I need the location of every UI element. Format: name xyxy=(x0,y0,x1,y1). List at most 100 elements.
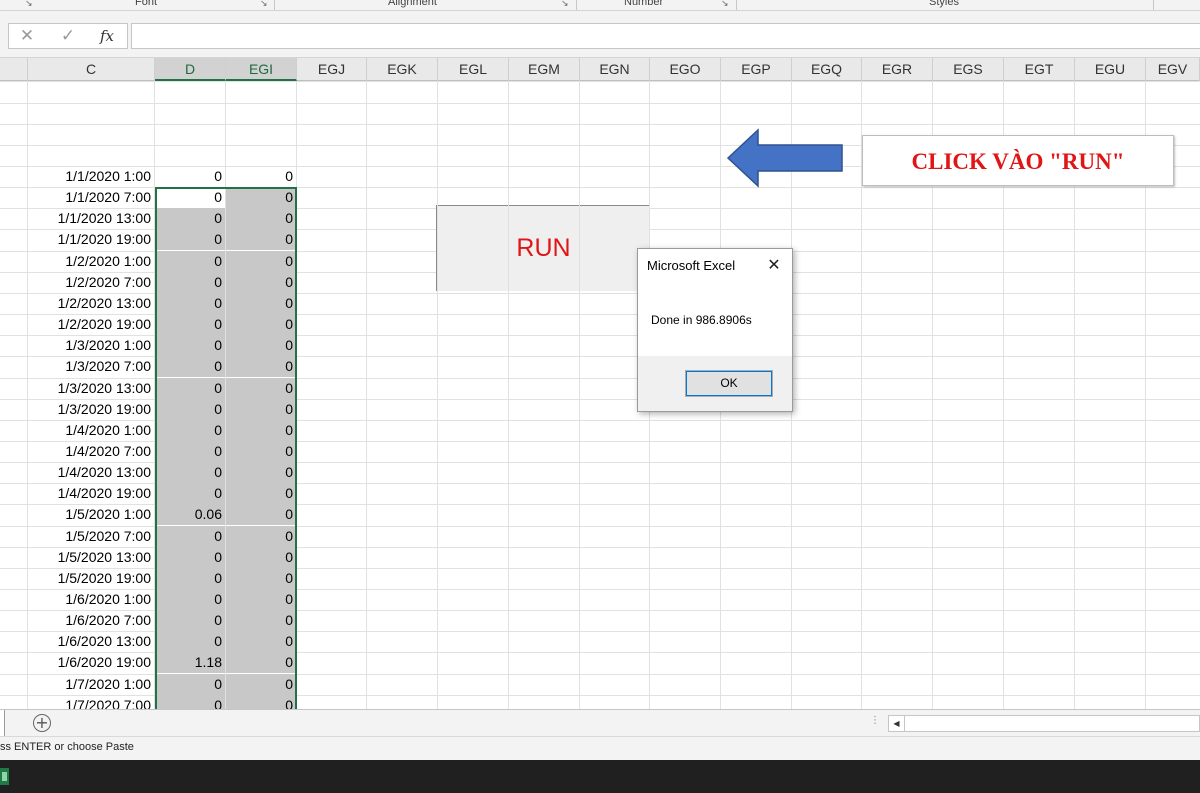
column-header-egt[interactable]: EGT xyxy=(1004,58,1075,81)
cell-d[interactable]: 0 xyxy=(155,610,225,631)
cell-d[interactable]: 0 xyxy=(155,568,225,589)
column-header-egn[interactable]: EGN xyxy=(580,58,650,81)
cell-egi[interactable]: 0 xyxy=(226,272,296,293)
cell-egi[interactable]: 0 xyxy=(226,652,296,673)
date-cell[interactable]: 1/5/2020 19:00 xyxy=(28,568,154,589)
date-cell[interactable]: 1/2/2020 1:00 xyxy=(28,251,154,272)
column-header-egs[interactable]: EGS xyxy=(933,58,1004,81)
date-cell[interactable]: 1/2/2020 13:00 xyxy=(28,293,154,314)
excel-icon[interactable] xyxy=(0,768,9,785)
date-cell[interactable]: 1/5/2020 13:00 xyxy=(28,547,154,568)
sheet-tab[interactable] xyxy=(0,710,5,736)
cell-egi[interactable]: 0 xyxy=(226,589,296,610)
cell-egi[interactable]: 0 xyxy=(226,420,296,441)
cancel-icon[interactable]: ✕ xyxy=(15,25,39,47)
cell-egi[interactable]: 0 xyxy=(226,293,296,314)
cell-egi[interactable]: 0 xyxy=(226,631,296,652)
column-header-egr[interactable]: EGR xyxy=(862,58,933,81)
date-cell[interactable]: 1/6/2020 7:00 xyxy=(28,610,154,631)
date-cell[interactable]: 1/6/2020 13:00 xyxy=(28,631,154,652)
column-header-egj[interactable]: EGJ xyxy=(297,58,367,81)
cell-d[interactable]: 0 xyxy=(155,674,225,695)
checkmark-icon[interactable]: ✓ xyxy=(56,25,80,47)
column-header-egu[interactable]: EGU xyxy=(1075,58,1146,81)
date-cell[interactable]: 1/3/2020 13:00 xyxy=(28,378,154,399)
cell-egi[interactable]: 0 xyxy=(226,674,296,695)
cell-d[interactable]: 0 xyxy=(155,483,225,504)
date-cell[interactable]: 1/2/2020 7:00 xyxy=(28,272,154,293)
date-cell[interactable]: 1/5/2020 7:00 xyxy=(28,526,154,547)
cell-d[interactable]: 0 xyxy=(155,293,225,314)
insert-function-icon[interactable]: fx xyxy=(95,25,119,47)
cell-d[interactable]: 0 xyxy=(155,166,225,187)
date-cell[interactable]: 1/7/2020 7:00 xyxy=(28,695,154,709)
cell-egi[interactable]: 0 xyxy=(226,166,296,187)
cell-egi[interactable]: 0 xyxy=(226,335,296,356)
column-header-c[interactable]: C xyxy=(28,58,155,81)
cell-egi[interactable]: 0 xyxy=(226,356,296,377)
date-cell[interactable]: 1/4/2020 7:00 xyxy=(28,441,154,462)
date-cell[interactable]: 1/5/2020 1:00 xyxy=(28,504,154,525)
tab-splitter-icon[interactable]: ⋮ xyxy=(870,715,880,726)
cell-d[interactable]: 0 xyxy=(155,251,225,272)
column-header-ego[interactable]: EGO xyxy=(650,58,721,81)
column-header-egl[interactable]: EGL xyxy=(438,58,509,81)
cell-d[interactable]: 0 xyxy=(155,695,225,709)
cell-egi[interactable]: 0 xyxy=(226,695,296,709)
cell-d[interactable]: 0 xyxy=(155,272,225,293)
date-cell[interactable]: 1/6/2020 19:00 xyxy=(28,652,154,673)
column-header-partial[interactable] xyxy=(0,58,28,81)
column-header-egi[interactable]: EGI xyxy=(226,58,297,81)
dialog-launcher-icon[interactable]: ↘ xyxy=(721,0,729,9)
dialog-launcher-icon[interactable]: ↘ xyxy=(561,0,569,9)
date-cell[interactable]: 1/2/2020 19:00 xyxy=(28,314,154,335)
date-cell[interactable]: 1/4/2020 13:00 xyxy=(28,462,154,483)
cell-egi[interactable]: 0 xyxy=(226,208,296,229)
cell-egi[interactable]: 0 xyxy=(226,399,296,420)
date-cell[interactable]: 1/3/2020 7:00 xyxy=(28,356,154,377)
date-cell[interactable]: 1/1/2020 19:00 xyxy=(28,229,154,250)
column-header-d[interactable]: D xyxy=(155,58,226,81)
cell-egi[interactable]: 0 xyxy=(226,251,296,272)
cell-egi[interactable]: 0 xyxy=(226,483,296,504)
cell-egi[interactable]: 0 xyxy=(226,378,296,399)
date-cell[interactable]: 1/4/2020 19:00 xyxy=(28,483,154,504)
cell-egi[interactable]: 0 xyxy=(226,441,296,462)
ok-button[interactable]: OK xyxy=(685,370,773,397)
cell-d[interactable]: 1.18 xyxy=(155,652,225,673)
date-cell[interactable]: 1/6/2020 1:00 xyxy=(28,589,154,610)
column-header-egm[interactable]: EGM xyxy=(509,58,580,81)
date-cell[interactable]: 1/3/2020 19:00 xyxy=(28,399,154,420)
cell-egi[interactable]: 0 xyxy=(226,462,296,483)
cell-d[interactable]: 0 xyxy=(155,208,225,229)
date-cell[interactable]: 1/4/2020 1:00 xyxy=(28,420,154,441)
date-cell[interactable]: 1/7/2020 1:00 xyxy=(28,674,154,695)
cell-egi[interactable]: 0 xyxy=(226,314,296,335)
date-cell[interactable]: 1/1/2020 7:00 xyxy=(28,187,154,208)
cell-d[interactable]: 0 xyxy=(155,589,225,610)
cell-d[interactable]: 0.06 xyxy=(155,504,225,525)
cell-d[interactable]: 0 xyxy=(155,526,225,547)
add-sheet-icon[interactable]: + xyxy=(33,714,51,732)
run-button[interactable]: RUN xyxy=(436,205,650,291)
cell-d[interactable]: 0 xyxy=(155,420,225,441)
cell-d[interactable]: 0 xyxy=(155,441,225,462)
cell-d[interactable]: 0 xyxy=(155,187,225,208)
cell-egi[interactable]: 0 xyxy=(226,504,296,525)
horizontal-scrollbar[interactable]: ◀ xyxy=(888,715,1200,732)
date-cell[interactable]: 1/1/2020 1:00 xyxy=(28,166,154,187)
cell-d[interactable]: 0 xyxy=(155,229,225,250)
cell-egi[interactable]: 0 xyxy=(226,547,296,568)
cell-egi[interactable]: 0 xyxy=(226,610,296,631)
cell-d[interactable]: 0 xyxy=(155,314,225,335)
date-cell[interactable]: 1/1/2020 13:00 xyxy=(28,208,154,229)
cell-egi[interactable]: 0 xyxy=(226,568,296,589)
column-header-egq[interactable]: EGQ xyxy=(792,58,862,81)
formula-input[interactable] xyxy=(131,23,1200,49)
cell-d[interactable]: 0 xyxy=(155,399,225,420)
column-header-egp[interactable]: EGP xyxy=(721,58,792,81)
column-header-egk[interactable]: EGK xyxy=(367,58,438,81)
dialog-launcher-icon[interactable]: ↘ xyxy=(25,0,33,9)
cell-egi[interactable]: 0 xyxy=(226,229,296,250)
scroll-left-icon[interactable]: ◀ xyxy=(889,716,905,731)
